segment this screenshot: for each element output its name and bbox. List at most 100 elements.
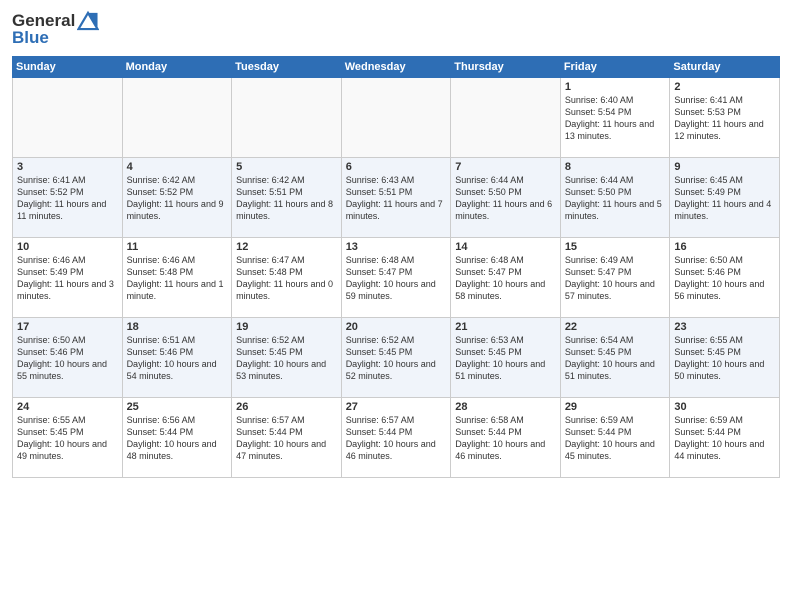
calendar-cell: 23Sunrise: 6:55 AM Sunset: 5:45 PM Dayli… [670, 318, 780, 398]
day-number: 29 [565, 401, 666, 413]
day-header-monday: Monday [122, 57, 232, 78]
day-number: 26 [236, 401, 337, 413]
day-number: 22 [565, 321, 666, 333]
cell-info: Sunrise: 6:51 AM Sunset: 5:46 PM Dayligh… [127, 334, 228, 383]
calendar-cell: 7Sunrise: 6:44 AM Sunset: 5:50 PM Daylig… [451, 158, 561, 238]
calendar-cell [232, 78, 342, 158]
calendar-cell: 15Sunrise: 6:49 AM Sunset: 5:47 PM Dayli… [560, 238, 670, 318]
day-number: 2 [674, 81, 775, 93]
cell-info: Sunrise: 6:59 AM Sunset: 5:44 PM Dayligh… [565, 414, 666, 463]
calendar-cell: 10Sunrise: 6:46 AM Sunset: 5:49 PM Dayli… [13, 238, 123, 318]
week-row-1: 1Sunrise: 6:40 AM Sunset: 5:54 PM Daylig… [13, 78, 780, 158]
day-number: 24 [17, 401, 118, 413]
day-number: 3 [17, 161, 118, 173]
calendar-cell: 2Sunrise: 6:41 AM Sunset: 5:53 PM Daylig… [670, 78, 780, 158]
cell-info: Sunrise: 6:49 AM Sunset: 5:47 PM Dayligh… [565, 254, 666, 303]
day-number: 20 [346, 321, 447, 333]
cell-info: Sunrise: 6:41 AM Sunset: 5:53 PM Dayligh… [674, 94, 775, 143]
calendar-cell: 13Sunrise: 6:48 AM Sunset: 5:47 PM Dayli… [341, 238, 451, 318]
calendar-cell [13, 78, 123, 158]
day-number: 8 [565, 161, 666, 173]
calendar-cell: 12Sunrise: 6:47 AM Sunset: 5:48 PM Dayli… [232, 238, 342, 318]
day-number: 16 [674, 241, 775, 253]
week-row-5: 24Sunrise: 6:55 AM Sunset: 5:45 PM Dayli… [13, 398, 780, 478]
logo-wrapper: General Blue [12, 10, 99, 48]
calendar-cell: 29Sunrise: 6:59 AM Sunset: 5:44 PM Dayli… [560, 398, 670, 478]
cell-info: Sunrise: 6:52 AM Sunset: 5:45 PM Dayligh… [346, 334, 447, 383]
cell-info: Sunrise: 6:53 AM Sunset: 5:45 PM Dayligh… [455, 334, 556, 383]
calendar-cell: 9Sunrise: 6:45 AM Sunset: 5:49 PM Daylig… [670, 158, 780, 238]
day-header-wednesday: Wednesday [341, 57, 451, 78]
day-number: 19 [236, 321, 337, 333]
cell-info: Sunrise: 6:59 AM Sunset: 5:44 PM Dayligh… [674, 414, 775, 463]
cell-info: Sunrise: 6:44 AM Sunset: 5:50 PM Dayligh… [565, 174, 666, 223]
calendar-cell: 16Sunrise: 6:50 AM Sunset: 5:46 PM Dayli… [670, 238, 780, 318]
day-header-saturday: Saturday [670, 57, 780, 78]
day-number: 7 [455, 161, 556, 173]
calendar-cell: 19Sunrise: 6:52 AM Sunset: 5:45 PM Dayli… [232, 318, 342, 398]
week-row-4: 17Sunrise: 6:50 AM Sunset: 5:46 PM Dayli… [13, 318, 780, 398]
day-number: 14 [455, 241, 556, 253]
cell-info: Sunrise: 6:57 AM Sunset: 5:44 PM Dayligh… [236, 414, 337, 463]
day-number: 13 [346, 241, 447, 253]
calendar-cell [451, 78, 561, 158]
day-number: 27 [346, 401, 447, 413]
logo: General Blue [12, 10, 99, 48]
day-number: 18 [127, 321, 228, 333]
page-container: General Blue SundayMondayTuesdayWednesda… [0, 0, 792, 486]
calendar-cell: 28Sunrise: 6:58 AM Sunset: 5:44 PM Dayli… [451, 398, 561, 478]
calendar-cell: 18Sunrise: 6:51 AM Sunset: 5:46 PM Dayli… [122, 318, 232, 398]
day-number: 21 [455, 321, 556, 333]
calendar-cell: 6Sunrise: 6:43 AM Sunset: 5:51 PM Daylig… [341, 158, 451, 238]
cell-info: Sunrise: 6:55 AM Sunset: 5:45 PM Dayligh… [17, 414, 118, 463]
cell-info: Sunrise: 6:43 AM Sunset: 5:51 PM Dayligh… [346, 174, 447, 223]
day-number: 15 [565, 241, 666, 253]
day-number: 1 [565, 81, 666, 93]
cell-info: Sunrise: 6:58 AM Sunset: 5:44 PM Dayligh… [455, 414, 556, 463]
calendar-header-row: SundayMondayTuesdayWednesdayThursdayFrid… [13, 57, 780, 78]
cell-info: Sunrise: 6:57 AM Sunset: 5:44 PM Dayligh… [346, 414, 447, 463]
cell-info: Sunrise: 6:47 AM Sunset: 5:48 PM Dayligh… [236, 254, 337, 303]
week-row-2: 3Sunrise: 6:41 AM Sunset: 5:52 PM Daylig… [13, 158, 780, 238]
cell-info: Sunrise: 6:48 AM Sunset: 5:47 PM Dayligh… [455, 254, 556, 303]
cell-info: Sunrise: 6:44 AM Sunset: 5:50 PM Dayligh… [455, 174, 556, 223]
calendar-cell: 14Sunrise: 6:48 AM Sunset: 5:47 PM Dayli… [451, 238, 561, 318]
day-number: 30 [674, 401, 775, 413]
day-number: 5 [236, 161, 337, 173]
cell-info: Sunrise: 6:50 AM Sunset: 5:46 PM Dayligh… [674, 254, 775, 303]
cell-info: Sunrise: 6:48 AM Sunset: 5:47 PM Dayligh… [346, 254, 447, 303]
calendar-cell: 20Sunrise: 6:52 AM Sunset: 5:45 PM Dayli… [341, 318, 451, 398]
calendar-cell: 5Sunrise: 6:42 AM Sunset: 5:51 PM Daylig… [232, 158, 342, 238]
cell-info: Sunrise: 6:55 AM Sunset: 5:45 PM Dayligh… [674, 334, 775, 383]
day-number: 10 [17, 241, 118, 253]
day-number: 6 [346, 161, 447, 173]
cell-info: Sunrise: 6:45 AM Sunset: 5:49 PM Dayligh… [674, 174, 775, 223]
calendar-cell: 8Sunrise: 6:44 AM Sunset: 5:50 PM Daylig… [560, 158, 670, 238]
logo-triangle-icon [77, 10, 99, 32]
cell-info: Sunrise: 6:52 AM Sunset: 5:45 PM Dayligh… [236, 334, 337, 383]
cell-info: Sunrise: 6:40 AM Sunset: 5:54 PM Dayligh… [565, 94, 666, 143]
calendar-body: 1Sunrise: 6:40 AM Sunset: 5:54 PM Daylig… [13, 78, 780, 478]
cell-info: Sunrise: 6:42 AM Sunset: 5:51 PM Dayligh… [236, 174, 337, 223]
day-number: 23 [674, 321, 775, 333]
cell-info: Sunrise: 6:56 AM Sunset: 5:44 PM Dayligh… [127, 414, 228, 463]
day-number: 25 [127, 401, 228, 413]
day-number: 9 [674, 161, 775, 173]
day-number: 12 [236, 241, 337, 253]
calendar-cell: 4Sunrise: 6:42 AM Sunset: 5:52 PM Daylig… [122, 158, 232, 238]
cell-info: Sunrise: 6:54 AM Sunset: 5:45 PM Dayligh… [565, 334, 666, 383]
cell-info: Sunrise: 6:46 AM Sunset: 5:48 PM Dayligh… [127, 254, 228, 303]
calendar-cell: 17Sunrise: 6:50 AM Sunset: 5:46 PM Dayli… [13, 318, 123, 398]
cell-info: Sunrise: 6:50 AM Sunset: 5:46 PM Dayligh… [17, 334, 118, 383]
calendar-cell: 27Sunrise: 6:57 AM Sunset: 5:44 PM Dayli… [341, 398, 451, 478]
day-number: 11 [127, 241, 228, 253]
header: General Blue [12, 10, 780, 48]
cell-info: Sunrise: 6:41 AM Sunset: 5:52 PM Dayligh… [17, 174, 118, 223]
calendar-cell: 1Sunrise: 6:40 AM Sunset: 5:54 PM Daylig… [560, 78, 670, 158]
day-number: 28 [455, 401, 556, 413]
day-header-sunday: Sunday [13, 57, 123, 78]
week-row-3: 10Sunrise: 6:46 AM Sunset: 5:49 PM Dayli… [13, 238, 780, 318]
calendar-cell: 26Sunrise: 6:57 AM Sunset: 5:44 PM Dayli… [232, 398, 342, 478]
day-header-tuesday: Tuesday [232, 57, 342, 78]
logo-blue-text: Blue [12, 28, 49, 48]
